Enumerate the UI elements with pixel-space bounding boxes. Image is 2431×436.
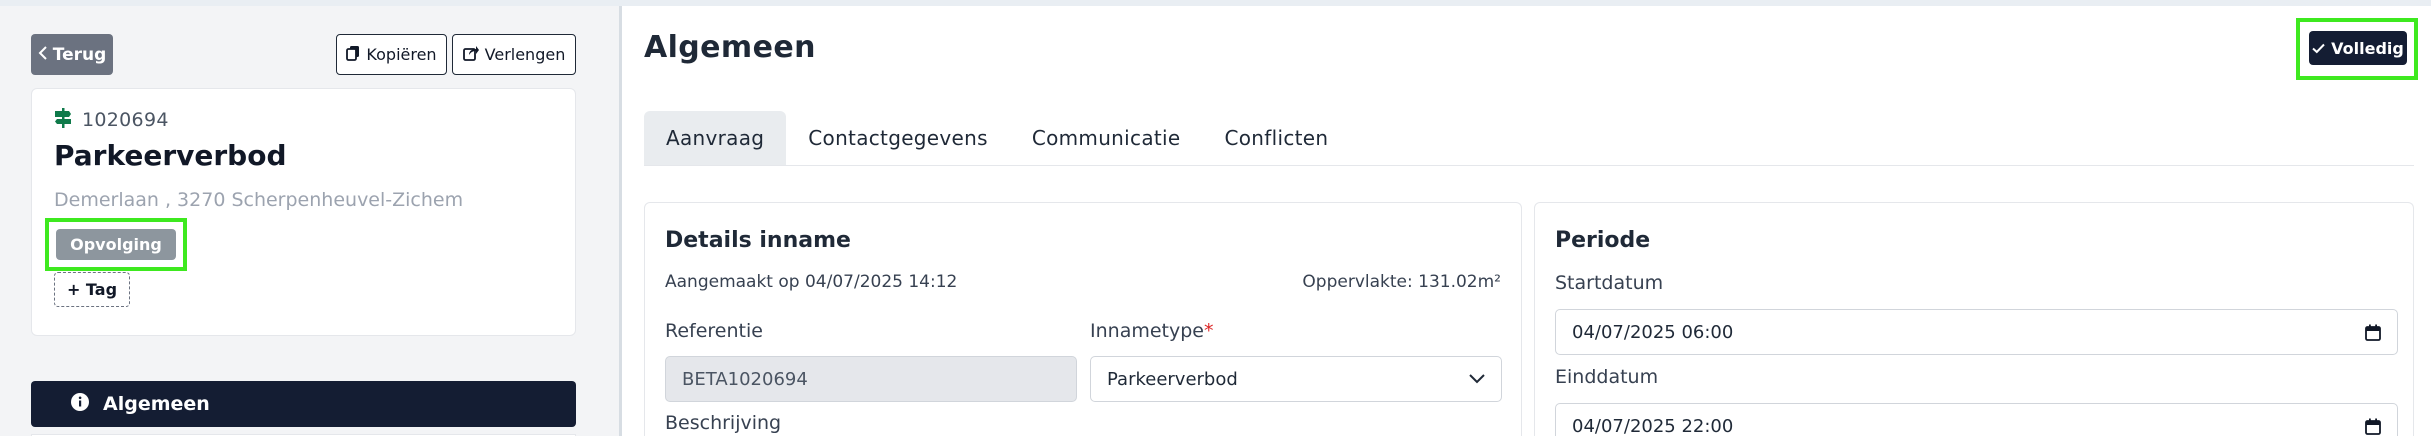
end-date-input[interactable]: 04/07/2025 22:00: [1555, 403, 2398, 436]
start-label: Startdatum: [1555, 272, 1664, 294]
reference-label: Referentie: [665, 320, 763, 342]
description-label: Beschrijving: [665, 412, 782, 434]
details-panel: Details inname Aangemaakt op 04/07/2025 …: [644, 202, 1522, 436]
tab-communicatie[interactable]: Communicatie: [1010, 111, 1203, 165]
extend-button[interactable]: Verlengen: [452, 34, 576, 75]
start-date-input[interactable]: 04/07/2025 06:00: [1555, 309, 2398, 355]
details-title: Details inname: [665, 228, 851, 253]
status-badge-highlight: Opvolging: [45, 218, 187, 271]
chevron-left-icon: [38, 45, 48, 65]
share-icon: [462, 45, 479, 65]
back-button[interactable]: Terug: [31, 34, 113, 75]
type-label: Innametype*: [1090, 320, 1213, 342]
required-marker: *: [1203, 320, 1214, 342]
type-label-text: Innametype: [1090, 320, 1204, 342]
tab-contactgegevens[interactable]: Contactgegevens: [786, 111, 1010, 165]
copy-button[interactable]: Kopiëren: [336, 34, 447, 75]
calendar-icon[interactable]: [2365, 324, 2381, 341]
created-timestamp: Aangemaakt op 04/07/2025 14:12: [665, 272, 958, 292]
tab-conflicten[interactable]: Conflicten: [1202, 111, 1350, 165]
reference-field[interactable]: BETA1020694: [665, 356, 1077, 402]
period-panel: Periode Startdatum 04/07/2025 06:00 Eind…: [1534, 202, 2414, 436]
record-id-row: 1020694: [54, 108, 169, 132]
copy-button-label: Kopiëren: [366, 45, 437, 64]
main-panel: Algemeen Volledig Aanvraag Contactgegeve…: [622, 6, 2431, 436]
signpost-icon: [54, 108, 72, 132]
chevron-down-icon: [1469, 374, 1485, 384]
extend-button-label: Verlengen: [484, 45, 566, 64]
calendar-icon[interactable]: [2365, 418, 2381, 435]
tab-aanvraag[interactable]: Aanvraag: [644, 111, 787, 165]
tab-bar: Aanvraag Contactgegevens Communicatie Co…: [644, 111, 2414, 166]
end-label: Einddatum: [1555, 366, 1659, 388]
complete-button-highlight: Volledig: [2296, 18, 2418, 80]
record-id: 1020694: [82, 109, 169, 131]
status-badge[interactable]: Opvolging: [56, 229, 176, 260]
period-title: Periode: [1555, 228, 1651, 253]
record-title: Parkeerverbod: [54, 139, 287, 172]
sidebar-item-label: Algemeen: [103, 393, 210, 415]
complete-button[interactable]: Volledig: [2309, 31, 2407, 65]
area-value: Oppervlakte: 131.02m²: [1302, 272, 1501, 292]
record-card: 1020694 Parkeerverbod Demerlaan , 3270 S…: [31, 88, 576, 336]
end-date-value: 04/07/2025 22:00: [1572, 415, 1734, 436]
record-address: Demerlaan , 3270 Scherpenheuvel-Zichem: [54, 189, 464, 211]
complete-button-label: Volledig: [2331, 38, 2404, 58]
type-select[interactable]: Parkeerverbod: [1090, 356, 1502, 402]
sidebar: Terug Kopiëren Verlengen 1020694 Parkeer…: [0, 6, 616, 436]
add-tag-button[interactable]: + Tag: [54, 272, 130, 307]
start-date-value: 04/07/2025 06:00: [1572, 321, 1734, 343]
sidebar-item-algemeen[interactable]: Algemeen: [31, 381, 576, 427]
info-icon: [71, 392, 89, 416]
page-title: Algemeen: [644, 30, 816, 65]
reference-value: BETA1020694: [682, 368, 808, 390]
type-value: Parkeerverbod: [1107, 368, 1238, 390]
back-button-label: Terug: [52, 44, 107, 65]
check-icon: [2312, 39, 2325, 58]
copy-icon: [346, 45, 360, 65]
